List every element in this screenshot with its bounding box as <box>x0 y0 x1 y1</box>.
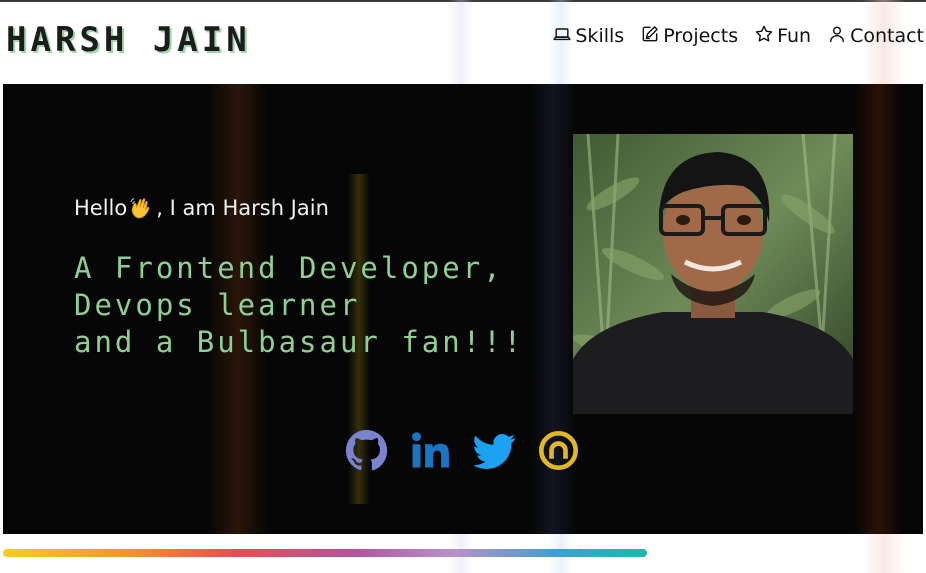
scroll-progress-fill <box>3 549 647 557</box>
user-icon <box>827 24 847 48</box>
waving-hand-icon <box>129 196 153 220</box>
linkedin-link[interactable] <box>409 429 452 472</box>
nav-item-skills[interactable]: Skills <box>552 24 624 48</box>
profile-photo <box>573 134 853 414</box>
hashnode-link[interactable] <box>537 429 580 472</box>
hashnode-icon <box>537 429 580 472</box>
github-link[interactable] <box>345 429 388 472</box>
nav-item-contact[interactable]: Contact <box>827 24 924 48</box>
nav-label: Contact <box>850 25 924 47</box>
nav-label: Skills <box>575 25 625 47</box>
site-logo[interactable]: HARSH JAIN <box>6 20 251 60</box>
nav-label: Projects <box>663 25 739 47</box>
tagline-line: Devops learner <box>74 288 361 322</box>
nav-item-projects[interactable]: Projects <box>640 24 738 48</box>
main-nav: Skills Projects Fun Contact <box>552 24 924 48</box>
greeting-prefix: Hello <box>74 196 128 220</box>
github-icon <box>345 429 388 472</box>
site-header: HARSH JAIN Skills Projects Fun Contact <box>0 2 926 82</box>
tagline-line: A Frontend Developer, <box>74 251 504 285</box>
greeting: Hello , I am Harsh Jain <box>74 196 329 220</box>
laptop-icon <box>552 24 572 48</box>
greeting-text: , I am Harsh Jain <box>156 196 329 220</box>
tagline: A Frontend Developer, Devops learner and… <box>74 250 524 361</box>
hero-section: Hello , I am Harsh Jain A Frontend Devel… <box>3 84 923 534</box>
twitter-link[interactable] <box>473 429 516 472</box>
tagline-line: and a Bulbasaur fan!!! <box>74 325 525 359</box>
star-icon <box>754 24 774 48</box>
social-links <box>345 429 580 472</box>
light-band <box>853 84 903 534</box>
twitter-icon <box>473 429 516 472</box>
edit-icon <box>640 24 660 48</box>
nav-item-fun[interactable]: Fun <box>754 24 811 48</box>
scroll-progress-bar <box>3 549 923 559</box>
linkedin-icon <box>409 429 452 472</box>
nav-label: Fun <box>777 25 812 47</box>
